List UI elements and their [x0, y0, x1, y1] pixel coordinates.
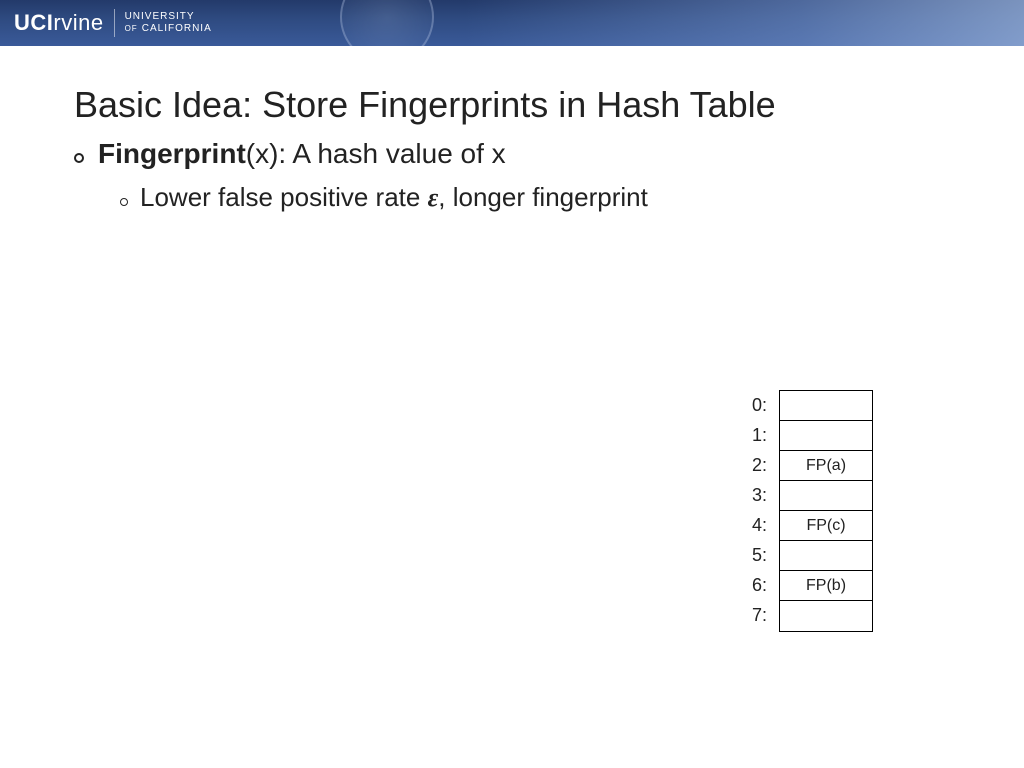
logo-sub-line2: of CALIFORNIA [125, 22, 212, 35]
bullet1-strong: Fingerprint [98, 138, 246, 169]
epsilon-symbol: ε [428, 183, 439, 212]
bullet-level2: Lower false positive rate ε, longer fing… [120, 182, 1024, 213]
hash-cell [780, 391, 872, 421]
hash-label: 0: [752, 390, 767, 420]
logo-bold: UCI [14, 10, 53, 35]
hash-cell [780, 601, 872, 631]
bullet-level1: Fingerprint(x): A hash value of x [74, 138, 1024, 170]
bullet-list: Fingerprint(x): A hash value of x Lower … [74, 138, 1024, 213]
hash-label: 7: [752, 600, 767, 630]
hash-cell [780, 421, 872, 451]
logo-separator [114, 9, 115, 37]
bullet2-text: Lower false positive rate ε, longer fing… [140, 182, 648, 213]
hash-label: 4: [752, 510, 767, 540]
bullet1-text: Fingerprint(x): A hash value of x [98, 138, 506, 170]
hash-index-labels: 0: 1: 2: 3: 4: 5: 6: 7: [752, 390, 767, 632]
hash-label: 2: [752, 450, 767, 480]
hash-label: 6: [752, 570, 767, 600]
logo-main: UCIrvine [14, 10, 104, 36]
bullet2-post: , longer fingerprint [438, 182, 648, 212]
bullet-marker-icon [74, 153, 84, 163]
logo-sub-line1: UNIVERSITY [125, 11, 212, 23]
hash-label: 5: [752, 540, 767, 570]
hash-label: 1: [752, 420, 767, 450]
hash-label: 3: [752, 480, 767, 510]
hash-table-diagram: 0: 1: 2: 3: 4: 5: 6: 7: FP(a) FP(c) FP(b… [752, 390, 873, 632]
slide-title: Basic Idea: Store Fingerprints in Hash T… [74, 84, 1024, 126]
logo-subtitle: UNIVERSITY of CALIFORNIA [125, 11, 212, 35]
logo-light: rvine [53, 10, 103, 35]
hash-cell: FP(b) [780, 571, 872, 601]
bullet2-pre: Lower false positive rate [140, 182, 428, 212]
hash-table-cells: FP(a) FP(c) FP(b) [779, 390, 873, 632]
header-banner: UCIrvine UNIVERSITY of CALIFORNIA [0, 0, 1024, 46]
hash-cell [780, 481, 872, 511]
bullet1-rest: (x): A hash value of x [246, 138, 506, 169]
bullet-marker-icon [120, 198, 128, 206]
hash-cell: FP(a) [780, 451, 872, 481]
hash-cell [780, 541, 872, 571]
hash-cell: FP(c) [780, 511, 872, 541]
